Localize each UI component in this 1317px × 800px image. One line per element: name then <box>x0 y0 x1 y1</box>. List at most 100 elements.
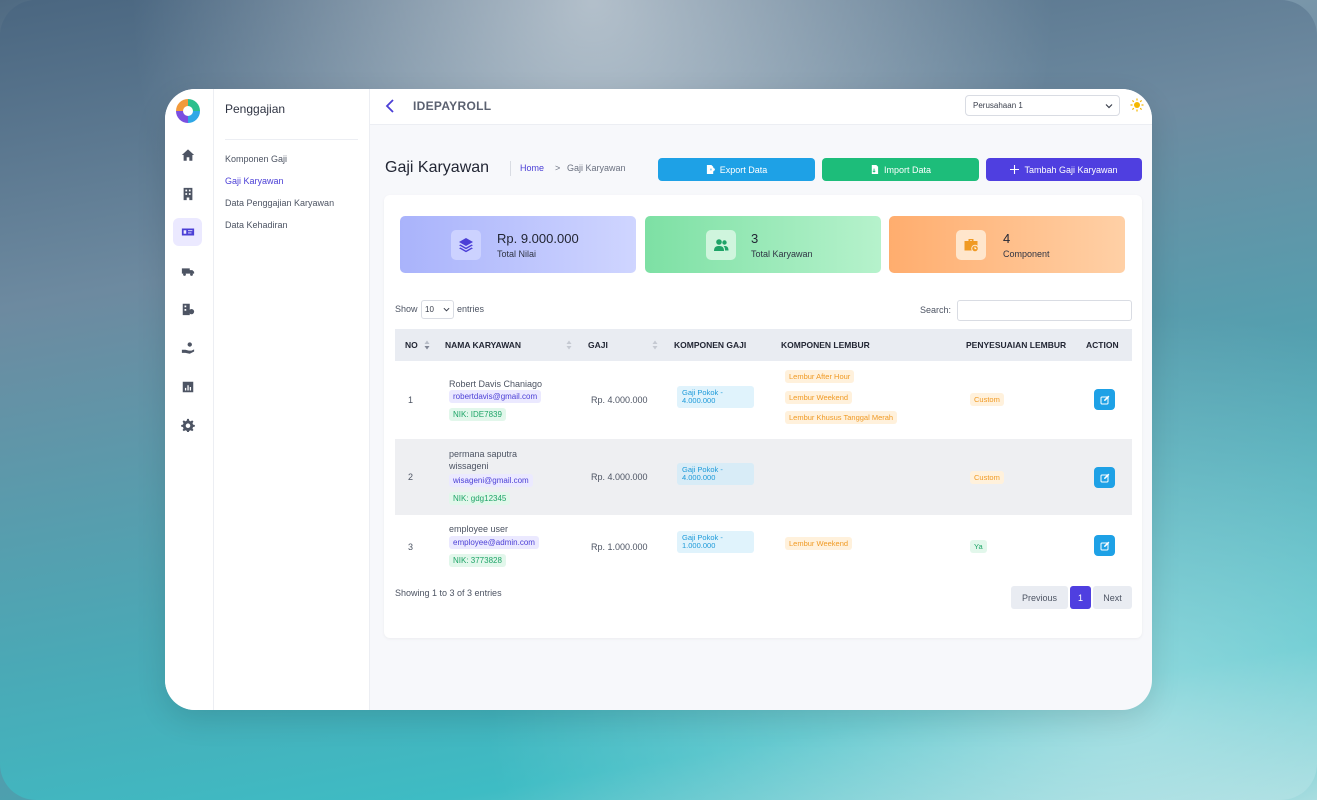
stat-icon-box <box>956 230 986 260</box>
cell-no: 3 <box>408 542 414 552</box>
rail-branch-button[interactable] <box>173 295 202 323</box>
page-1-button[interactable]: 1 <box>1070 586 1091 609</box>
search-label: Search: <box>920 305 952 315</box>
payroll-icon <box>181 228 194 236</box>
rail-home-button[interactable] <box>173 141 202 169</box>
breadcrumb-home[interactable]: Home <box>520 163 544 173</box>
cell-no: 2 <box>408 472 414 482</box>
subnav-divider <box>225 139 358 140</box>
stat-value-total-karyawan: 3 <box>751 231 759 246</box>
chevron-left-icon[interactable] <box>385 99 395 113</box>
subnav-item-komponen-gaji[interactable]: Komponen Gaji <box>225 154 287 164</box>
search-input[interactable] <box>957 300 1132 321</box>
sort-icon[interactable] <box>424 340 430 350</box>
employee-email-badge: wisageni@gmail.com <box>449 474 533 487</box>
home-icon <box>181 149 194 161</box>
cell-employee-name: permana saputra wissageni <box>449 449 518 471</box>
rail-payroll-button[interactable] <box>173 218 202 246</box>
stat-label-total-karyawan: Total Karyawan <box>751 249 813 259</box>
breadcrumb-separator: > <box>555 163 561 173</box>
subnav-item-gaji-karyawan[interactable]: Gaji Karyawan <box>225 176 284 186</box>
rail-company-button[interactable] <box>173 180 202 208</box>
sort-icon[interactable] <box>566 340 572 350</box>
add-salary-button[interactable]: Tambah Gaji Karyawan <box>986 158 1142 181</box>
column-header-nama[interactable]: NAMA KARYAWAN <box>445 340 521 350</box>
overtime-badge: Lembur After Hour <box>785 370 855 383</box>
column-header-komponen-gaji: KOMPONEN GAJI <box>674 340 747 350</box>
subnav-item-data-kehadiran[interactable]: Data Kehadiran <box>225 220 288 230</box>
top-bar: IDEPAYROLL Perusahaan 1 <box>370 89 1152 125</box>
building-money-icon <box>182 303 194 316</box>
stat-total-nilai: Rp. 9.000.000 Total Nilai <box>400 216 636 273</box>
column-header-komponen-lembur: KOMPONEN LEMBUR <box>781 340 870 350</box>
edit-icon <box>1100 473 1109 482</box>
stat-value-total-nilai: Rp. 9.000.000 <box>497 231 579 246</box>
rail-settings-button[interactable] <box>173 411 202 439</box>
overtime-adjustment-badge: Custom <box>970 471 1004 484</box>
breadcrumb-current: Gaji Karyawan <box>567 163 626 173</box>
column-header-gaji[interactable]: GAJI <box>588 340 608 350</box>
sub-navigation: Penggajian Komponen Gaji Gaji Karyawan D… <box>214 89 370 710</box>
table-row: 2 permana saputra wissageni wisageni@gma… <box>395 439 1132 515</box>
add-salary-label: Tambah Gaji Karyawan <box>1024 164 1118 175</box>
import-data-button[interactable]: Import Data <box>822 158 979 181</box>
app-logo <box>176 99 200 123</box>
company-select[interactable]: Perusahaan 1 <box>965 95 1120 116</box>
title-separator <box>510 161 511 176</box>
page-title: Gaji Karyawan <box>385 159 490 176</box>
column-header-no[interactable]: NO <box>405 340 418 350</box>
chevron-down-icon <box>1105 104 1113 109</box>
sun-icon[interactable] <box>1130 98 1144 112</box>
import-data-label: Import Data <box>883 164 932 175</box>
cell-employee-name: employee user <box>449 524 509 534</box>
stat-label-total-nilai: Total Nilai <box>497 249 537 259</box>
overtime-adjustment-badge: Ya <box>970 540 987 553</box>
cell-salary: Rp. 1.000.000 <box>591 542 648 552</box>
file-export-icon <box>706 165 715 174</box>
subnav-title: Penggajian <box>225 102 286 116</box>
rail-expense-button[interactable] <box>173 257 202 285</box>
subnav-item-data-penggajian[interactable]: Data Penggajian Karyawan <box>225 198 334 208</box>
cell-no: 1 <box>408 395 414 405</box>
edit-icon <box>1100 541 1109 550</box>
edit-button[interactable] <box>1094 389 1115 410</box>
employee-nik-badge: NIK: gdg12345 <box>449 492 511 505</box>
salary-component-badge: Gaji Pokok - 4.000.000 <box>677 386 754 408</box>
company-select-value: Perusahaan 1 <box>973 101 1023 110</box>
showing-entries-text: Showing 1 to 3 of 3 entries <box>395 588 502 598</box>
cell-employee-name: Robert Davis Chaniago <box>449 379 543 389</box>
layers-icon <box>459 238 473 253</box>
salary-component-badge: Gaji Pokok - 4.000.000 <box>677 463 754 485</box>
gear-icon <box>180 418 195 432</box>
next-page-button[interactable]: Next <box>1093 586 1132 609</box>
previous-page-button[interactable]: Previous <box>1011 586 1068 609</box>
table-header: NO NAMA KARYAWAN GAJI KOMPONEN GAJI KOMP… <box>395 329 1132 361</box>
entries-label: entries <box>457 304 485 314</box>
icon-rail <box>165 89 214 710</box>
rail-report-button[interactable] <box>173 373 202 401</box>
employee-email-badge: robertdavis@gmail.com <box>449 390 542 403</box>
stat-value-component: 4 <box>1003 231 1011 246</box>
stat-component: 4 Component <box>889 216 1125 273</box>
users-icon <box>714 239 729 251</box>
stat-icon-box <box>706 230 736 260</box>
export-data-button[interactable]: Export Data <box>658 158 815 181</box>
chevron-down-icon <box>443 307 450 312</box>
stat-total-karyawan: 3 Total Karyawan <box>645 216 881 273</box>
cell-salary: Rp. 4.000.000 <box>591 472 648 482</box>
employee-email-badge: employee@admin.com <box>449 536 539 549</box>
stat-icon-box <box>451 230 481 260</box>
plus-icon <box>1010 165 1020 174</box>
rail-loan-button[interactable] <box>173 334 202 362</box>
edit-button[interactable] <box>1094 467 1115 488</box>
overtime-adjustment-badge: Custom <box>970 393 1004 406</box>
export-data-label: Export Data <box>719 164 768 175</box>
table-row: 1 Robert Davis Chaniago robertdavis@gmai… <box>395 361 1132 439</box>
edit-button[interactable] <box>1094 535 1115 556</box>
page-size-value: 10 <box>425 305 434 314</box>
sort-icon[interactable] <box>652 340 658 350</box>
page-size-select[interactable]: 10 <box>421 300 454 319</box>
truck-money-icon <box>181 268 194 276</box>
overtime-badge: Lembur Weekend <box>785 391 853 404</box>
main-card: Rp. 9.000.000 Total Nilai 3 Total Karyaw… <box>384 195 1142 638</box>
